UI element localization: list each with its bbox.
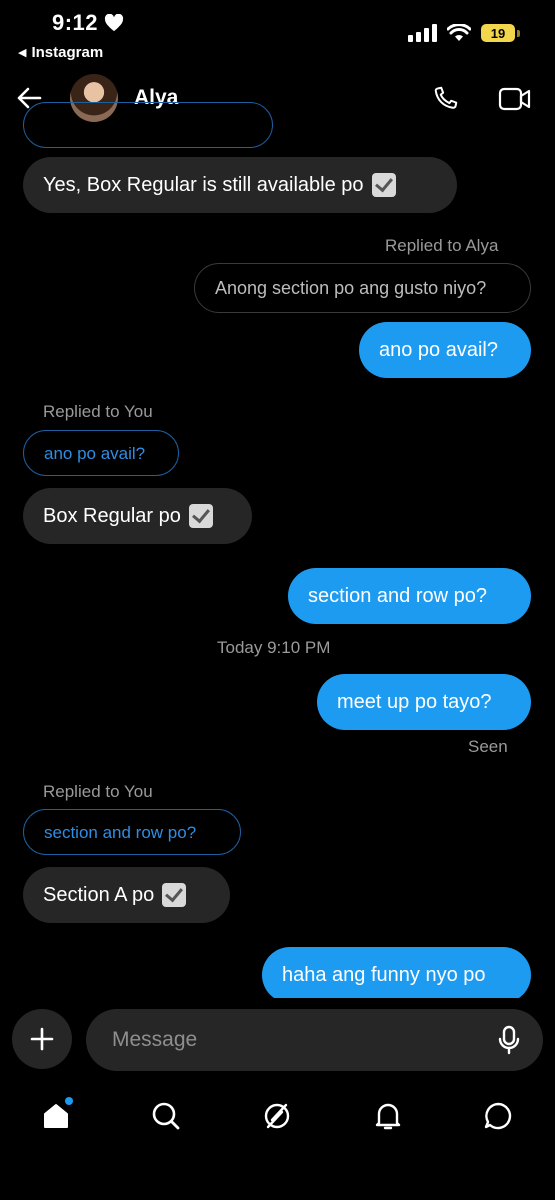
reply-label: Replied to Alya — [385, 236, 499, 255]
quoted-text: ano po avail? — [44, 443, 146, 463]
message-text: Box Regular po — [43, 505, 181, 527]
nav-home[interactable] — [36, 1096, 76, 1136]
message-outgoing[interactable]: ano po avail? — [359, 322, 531, 378]
reply-label: Replied to You — [43, 782, 153, 801]
back-app-label: Instagram — [31, 44, 104, 61]
message-incoming[interactable]: Box Regular po — [23, 488, 252, 544]
battery-level: 19 — [490, 25, 506, 41]
video-call-button[interactable] — [498, 86, 532, 117]
microphone-button[interactable] — [497, 1025, 521, 1060]
nav-notifications[interactable] — [368, 1096, 408, 1136]
message-text: section and row po? — [308, 585, 488, 607]
quoted-message[interactable]: Anong section po ang gusto niyo? — [194, 263, 531, 313]
reply-label: Replied to You — [43, 402, 153, 421]
message-text: haha ang funny nyo po — [282, 964, 486, 986]
message-outgoing[interactable]: haha ang funny nyo po — [262, 947, 531, 998]
messages-icon — [484, 1102, 512, 1130]
quoted-message[interactable]: ano po avail? — [23, 430, 179, 476]
wifi-icon — [447, 24, 471, 41]
video-camera-icon — [498, 87, 531, 111]
message-outgoing[interactable]: meet up po tayo? — [317, 674, 531, 730]
message-text: Yes, Box Regular is still available po — [43, 174, 364, 196]
quoted-text: Anong section po ang gusto niyo? — [215, 278, 487, 298]
search-icon — [152, 1102, 180, 1130]
notifications-icon — [375, 1103, 401, 1130]
battery-indicator: 19 — [481, 24, 520, 42]
timestamp: Today 9:10 PM — [217, 638, 331, 657]
explore-icon — [264, 1103, 290, 1129]
message-text: ano po avail? — [379, 339, 498, 361]
message-incoming[interactable]: Section A po — [23, 867, 230, 923]
phone-icon — [434, 86, 458, 109]
checkmark-icon — [188, 504, 213, 528]
time-text: 9:12 — [52, 10, 99, 35]
plus-icon — [30, 1027, 54, 1051]
seen-indicator: Seen — [468, 737, 508, 756]
back-to-app-link[interactable]: ◀ Instagram — [18, 44, 103, 61]
back-triangle-icon: ◀ — [18, 47, 27, 59]
message-text: meet up po tayo? — [337, 691, 492, 713]
notification-dot — [65, 1097, 73, 1105]
call-button[interactable] — [430, 84, 460, 119]
nav-explore[interactable] — [257, 1096, 297, 1136]
signal-icon — [408, 24, 437, 42]
microphone-icon — [498, 1025, 520, 1055]
message-incoming[interactable]: Yes, Box Regular is still available po — [23, 157, 457, 213]
nav-search[interactable] — [146, 1096, 186, 1136]
checkmark-icon — [371, 173, 396, 197]
status-time: 9:12 — [52, 10, 124, 36]
status-indicators: 19 — [407, 24, 520, 42]
quoted-message[interactable]: section and row po? — [23, 809, 241, 855]
message-text: Section A po — [43, 884, 155, 906]
message-input[interactable] — [110, 1027, 474, 1053]
message-input-container — [86, 1009, 543, 1071]
nav-messages[interactable] — [478, 1096, 518, 1136]
message-outgoing[interactable]: section and row po? — [288, 568, 531, 624]
heart-icon — [104, 14, 124, 32]
message-clip: haha ang funny nyo po — [0, 940, 555, 998]
quoted-text: section and row po? — [44, 822, 197, 842]
partial-quoted-message — [23, 102, 273, 148]
checkmark-icon — [162, 883, 187, 907]
add-attachment-button[interactable] — [12, 1009, 72, 1069]
